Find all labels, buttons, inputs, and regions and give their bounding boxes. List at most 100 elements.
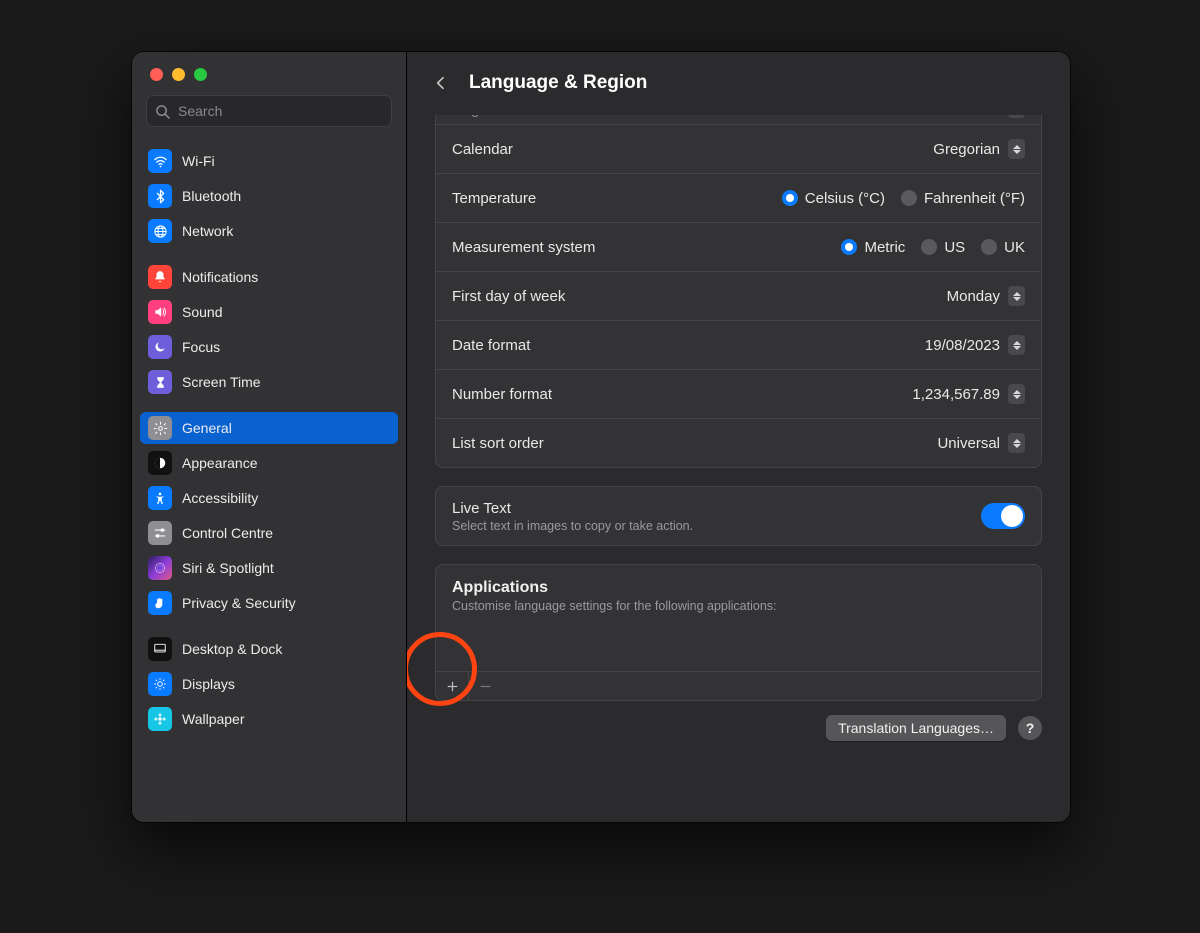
applications-list <box>436 621 1041 671</box>
list-sort-order-row[interactable]: List sort order Universal <box>436 418 1041 467</box>
applications-footer <box>436 671 1041 700</box>
appearance-icon <box>148 451 172 475</box>
region-row[interactable]: Region United States <box>436 115 1041 124</box>
sliders-icon <box>148 521 172 545</box>
sidebar-item-focus[interactable]: Focus <box>140 331 398 363</box>
minus-icon <box>479 680 492 693</box>
sidebar-item-label: Privacy & Security <box>182 595 296 611</box>
live-text-description: Select text in images to copy or take ac… <box>452 519 693 533</box>
sidebar-item-label: Focus <box>182 339 220 355</box>
wifi-icon <box>148 149 172 173</box>
main-pane: Language & Region Region United States C… <box>407 52 1070 822</box>
row-label: List sort order <box>452 435 544 452</box>
popup-value: Gregorian <box>933 141 1000 158</box>
temperature-fahrenheit-radio[interactable]: Fahrenheit (°F) <box>901 190 1025 207</box>
row-label: Measurement system <box>452 239 595 256</box>
hand-icon <box>148 591 172 615</box>
sidebar-item-notifications[interactable]: Notifications <box>140 261 398 293</box>
remove-application-button[interactable] <box>469 672 501 700</box>
measurement-uk-radio[interactable]: UK <box>981 239 1025 256</box>
row-label: First day of week <box>452 288 565 305</box>
applications-description: Customise language settings for the foll… <box>452 599 1025 613</box>
chevron-updown-icon <box>1008 335 1025 355</box>
speaker-icon <box>148 300 172 324</box>
sidebar-item-privacy-security[interactable]: Privacy & Security <box>140 587 398 619</box>
calendar-popup[interactable]: Gregorian <box>933 139 1025 159</box>
sidebar-item-network[interactable]: Network <box>140 215 398 247</box>
measurement-us-radio[interactable]: US <box>921 239 965 256</box>
radio-dot-icon <box>921 239 937 255</box>
list-sort-popup[interactable]: Universal <box>937 433 1025 453</box>
sidebar-item-label: Siri & Spotlight <box>182 560 274 576</box>
search-input[interactable] <box>176 102 383 120</box>
live-text-panel: Live Text Select text in images to copy … <box>435 486 1042 546</box>
sidebar-item-screen-time[interactable]: Screen Time <box>140 366 398 398</box>
gear-icon <box>148 416 172 440</box>
row-label: Calendar <box>452 141 513 158</box>
row-label: Date format <box>452 337 530 354</box>
applications-panel: Applications Customise language settings… <box>435 564 1042 701</box>
radio-dot-icon <box>782 190 798 206</box>
sun-icon <box>148 672 172 696</box>
sidebar-list: Wi-Fi Bluetooth Network Notifications <box>132 135 406 822</box>
window-controls <box>132 52 406 81</box>
calendar-row[interactable]: Calendar Gregorian <box>436 124 1041 173</box>
sidebar-item-displays[interactable]: Displays <box>140 668 398 700</box>
radio-dot-icon <box>901 190 917 206</box>
radio-dot-icon <box>841 239 857 255</box>
minimize-window-button[interactable] <box>172 68 185 81</box>
popup-value: Monday <box>947 288 1000 305</box>
sidebar-item-wallpaper[interactable]: Wallpaper <box>140 703 398 735</box>
first-day-popup[interactable]: Monday <box>947 286 1025 306</box>
region-popup[interactable]: United States <box>910 115 1025 118</box>
number-format-row[interactable]: Number format 1,234,567.89 <box>436 369 1041 418</box>
live-text-toggle[interactable] <box>981 503 1025 529</box>
sidebar-item-appearance[interactable]: Appearance <box>140 447 398 479</box>
popup-value: 1,234,567.89 <box>912 386 1000 403</box>
sidebar-item-label: Wi-Fi <box>182 153 215 169</box>
chevron-updown-icon <box>1008 384 1025 404</box>
sidebar-item-control-centre[interactable]: Control Centre <box>140 517 398 549</box>
help-button[interactable]: ? <box>1018 716 1042 740</box>
date-format-row[interactable]: Date format 19/08/2023 <box>436 320 1041 369</box>
sidebar-item-label: Appearance <box>182 455 258 471</box>
date-format-popup[interactable]: 19/08/2023 <box>925 335 1025 355</box>
sidebar-item-bluetooth[interactable]: Bluetooth <box>140 180 398 212</box>
close-window-button[interactable] <box>150 68 163 81</box>
desktop-icon <box>148 637 172 661</box>
popup-value: Universal <box>937 435 1000 452</box>
sidebar-item-wifi[interactable]: Wi-Fi <box>140 145 398 177</box>
sidebar-item-general[interactable]: General <box>140 412 398 444</box>
sidebar-item-siri-spotlight[interactable]: Siri & Spotlight <box>140 552 398 584</box>
temperature-celsius-radio[interactable]: Celsius (°C) <box>782 190 885 207</box>
chevron-updown-icon <box>1008 115 1025 118</box>
search-field[interactable] <box>146 95 392 127</box>
hourglass-icon <box>148 370 172 394</box>
live-text-label: Live Text <box>452 500 693 517</box>
measurement-metric-radio[interactable]: Metric <box>841 239 905 256</box>
translation-languages-button[interactable]: Translation Languages… <box>826 715 1006 741</box>
sidebar-item-desktop-dock[interactable]: Desktop & Dock <box>140 633 398 665</box>
sidebar-item-label: Displays <box>182 676 235 692</box>
page-title: Language & Region <box>469 72 647 94</box>
popup-value: 19/08/2023 <box>925 337 1000 354</box>
sidebar-item-label: Desktop & Dock <box>182 641 282 657</box>
temperature-row: Temperature Celsius (°C) Fahrenheit (°F) <box>436 173 1041 222</box>
add-application-button[interactable] <box>436 672 469 700</box>
chevron-updown-icon <box>1008 139 1025 159</box>
sidebar-item-sound[interactable]: Sound <box>140 296 398 328</box>
sidebar-item-label: Notifications <box>182 269 258 285</box>
sidebar-item-label: Accessibility <box>182 490 258 506</box>
globe-icon <box>148 219 172 243</box>
chevron-updown-icon <box>1008 433 1025 453</box>
number-format-popup[interactable]: 1,234,567.89 <box>912 384 1025 404</box>
sidebar: Wi-Fi Bluetooth Network Notifications <box>132 52 407 822</box>
first-day-row[interactable]: First day of week Monday <box>436 271 1041 320</box>
region-settings-panel: Region United States Calendar Gregorian <box>435 115 1042 468</box>
back-button[interactable] <box>427 69 455 97</box>
siri-icon <box>148 556 172 580</box>
fullscreen-window-button[interactable] <box>194 68 207 81</box>
row-label: Temperature <box>452 190 536 207</box>
measurement-row: Measurement system Metric US UK <box>436 222 1041 271</box>
sidebar-item-accessibility[interactable]: Accessibility <box>140 482 398 514</box>
